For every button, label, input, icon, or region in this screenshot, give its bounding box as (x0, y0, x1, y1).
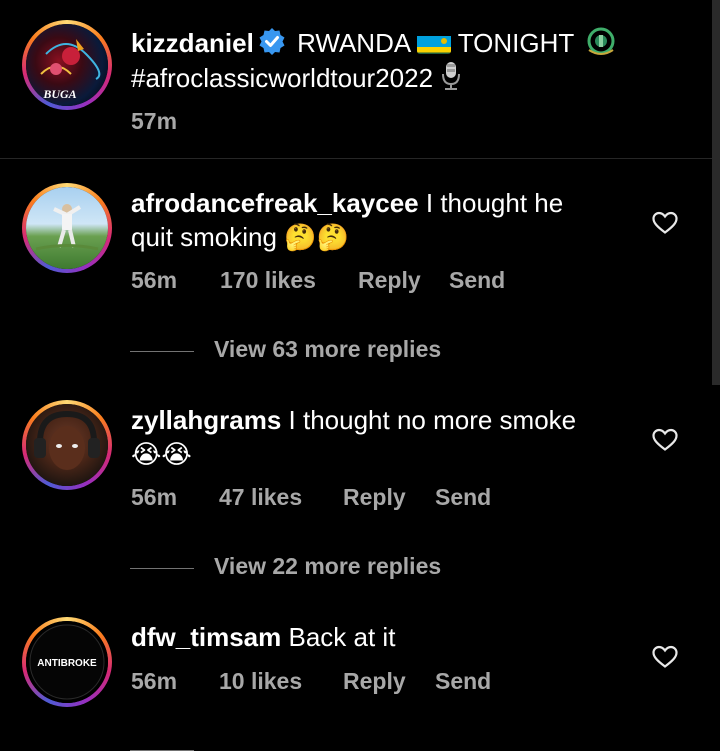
post-caption-line2: #afroclassicworldtour2022 (131, 60, 462, 100)
crying-face-emoji: 😭😭 (131, 440, 192, 470)
reply-button[interactable]: Reply (358, 267, 421, 294)
replies-divider-line (130, 351, 194, 352)
heart-outline-icon[interactable] (652, 428, 678, 452)
comment-text: dfw_timsam Back at it (131, 620, 395, 654)
replies-divider-line (130, 568, 194, 569)
post-hashtag[interactable]: #afroclassicworldtour2022 (131, 63, 433, 93)
heart-outline-icon[interactable] (652, 211, 678, 235)
reply-button[interactable]: Reply (343, 668, 406, 695)
microphone-icon (440, 60, 462, 100)
comment-username[interactable]: dfw_timsam (131, 622, 281, 652)
comment-time: 56m (131, 484, 178, 510)
thinking-face-emoji: 🤔🤔 (284, 223, 349, 253)
avatar-logo-text: BUGA (42, 87, 76, 101)
comment-username[interactable]: afrodancefreak_kaycee (131, 188, 419, 218)
comment-likes[interactable]: 170 likes (220, 267, 316, 294)
comment-body-line2: quit smoking (131, 222, 277, 252)
comment-time: 56m (131, 668, 178, 694)
post-username[interactable]: kizzdaniel (131, 28, 254, 58)
comment-likes[interactable]: 47 likes (219, 484, 302, 511)
commenter-avatar[interactable]: ANTIBROKE (22, 617, 112, 707)
comment-text: afrodancefreak_kaycee I thought he (131, 186, 601, 220)
view-replies-label[interactable]: View 63 more replies (214, 336, 441, 363)
comment-text: zyllahgrams I thought no more smoke (131, 403, 576, 437)
buga-artwork-image: BUGA (40, 39, 101, 101)
verified-badge-icon (258, 27, 286, 63)
rwanda-flag-icon (416, 32, 451, 54)
heart-outline-icon[interactable] (652, 645, 678, 669)
post-author-avatar[interactable]: BUGA (22, 20, 112, 110)
comment-likes[interactable]: 10 likes (219, 668, 302, 695)
commenter-avatar[interactable] (22, 183, 112, 273)
view-replies-label[interactable]: View 22 more replies (214, 553, 441, 580)
avatar-logo-text: ANTIBROKE (37, 658, 97, 669)
reply-button[interactable]: Reply (343, 484, 406, 511)
comment-text-line2: 😭😭 (131, 437, 192, 472)
commenter-avatar[interactable] (22, 400, 112, 490)
antibroke-logo-image: ANTIBROKE (29, 624, 105, 700)
send-button[interactable]: Send (435, 668, 491, 695)
comment-body-line1: Back at it (288, 622, 396, 652)
comment-body-line1: I thought no more smoke (288, 405, 577, 435)
rwanda-emblem-icon (585, 26, 617, 64)
person-photo-image (34, 410, 100, 470)
post-time: 57m (131, 108, 178, 134)
caption-text-tonight: TONIGHT (457, 28, 574, 58)
caption-text-rwanda: RWANDA (297, 28, 410, 58)
post-caption: BUGA kizzdaniel RWANDA TONIGHT #afroclas… (0, 0, 712, 159)
dancer-photo-image (35, 204, 99, 251)
comment-body-line1: I thought he (425, 188, 564, 218)
post-caption-line1: kizzdaniel RWANDA TONIGHT (131, 26, 617, 64)
comment-text-line2: quit smoking 🤔🤔 (131, 220, 349, 255)
send-button[interactable]: Send (435, 484, 491, 511)
comment-time: 56m (131, 267, 178, 293)
send-button[interactable]: Send (449, 267, 505, 294)
scrollbar[interactable] (712, 0, 720, 385)
comment-username[interactable]: zyllahgrams (131, 405, 281, 435)
